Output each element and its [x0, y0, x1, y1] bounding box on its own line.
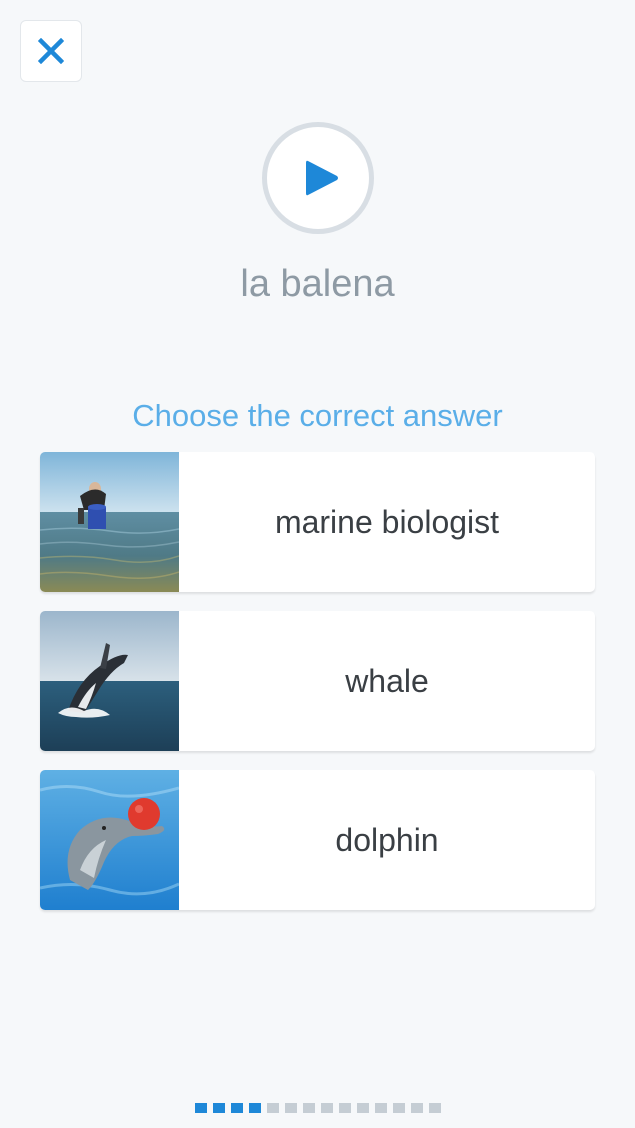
answer-option-whale[interactable]: whale	[40, 611, 595, 751]
progress-step-complete	[230, 1103, 243, 1113]
question-prompt: Choose the correct answer	[132, 398, 503, 433]
lesson-progress	[0, 1103, 635, 1113]
whale-image	[40, 611, 179, 751]
progress-step-pending	[392, 1103, 405, 1113]
answer-option-marine-biologist[interactable]: marine biologist	[40, 452, 595, 592]
play-icon	[306, 160, 338, 196]
progress-step-pending	[266, 1103, 279, 1113]
progress-step-pending	[428, 1103, 441, 1113]
progress-step-pending	[356, 1103, 369, 1113]
progress-step-complete	[248, 1103, 261, 1113]
progress-step-pending	[338, 1103, 351, 1113]
answer-options: marine biologist whale dolphin	[40, 452, 595, 929]
progress-step-pending	[284, 1103, 297, 1113]
target-word: la balena	[240, 263, 395, 305]
progress-step-complete	[194, 1103, 207, 1113]
play-audio-button[interactable]	[262, 122, 374, 234]
marine-biologist-image	[40, 452, 179, 592]
answer-option-dolphin[interactable]: dolphin	[40, 770, 595, 910]
progress-step-pending	[320, 1103, 333, 1113]
option-label: dolphin	[335, 821, 439, 858]
close-button[interactable]	[20, 20, 82, 82]
progress-step-pending	[374, 1103, 387, 1113]
progress-step-pending	[410, 1103, 423, 1113]
close-icon	[38, 38, 64, 64]
option-label: marine biologist	[274, 503, 500, 540]
progress-step-pending	[302, 1103, 315, 1113]
progress-step-complete	[212, 1103, 225, 1113]
option-label: whale	[345, 662, 429, 699]
dolphin-image	[40, 770, 179, 910]
